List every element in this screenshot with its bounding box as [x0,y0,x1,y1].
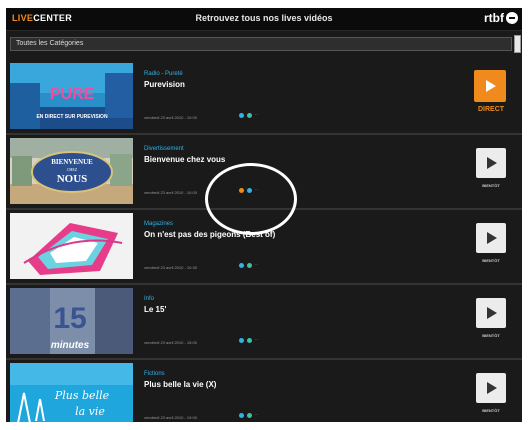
bienvenue-line1: BIENVENUE [51,158,93,166]
header-bar: LIVECENTER Retrouvez tous nos lives vidé… [6,8,522,31]
svg-text:15: 15 [53,302,86,335]
row-meta: Divertissement Bienvenue chez vous [144,146,462,164]
play-button[interactable] [476,148,506,178]
tv-icon[interactable] [247,263,252,268]
row-date: vendredi 23 avril 2010 - 10:00 [144,190,197,195]
bienvenue-line2: CHEZ [67,167,78,172]
row-title[interactable]: On n'est pas des pigeons (Best of) [144,230,462,239]
pbv-line2: la vie [75,405,105,418]
row-category[interactable]: Fictions [144,371,462,378]
pure-subtitle: EN DIRECT SUR PUREVISION [36,114,108,120]
row-title[interactable]: Bienvenue chez vous [144,155,462,164]
row-meta: Fictions Plus belle la vie (X) [144,371,462,389]
rtbf-logo[interactable]: rtbf [484,11,518,25]
thumbnail-bienvenue[interactable]: BIENVENUE CHEZ NOUS [10,138,133,204]
bienvenue-line3: NOUS [57,173,88,185]
row-meta: Magazines On n'est pas des pigeons (Best… [144,221,462,239]
play-button[interactable] [476,223,506,253]
tv-icon[interactable] [247,113,252,118]
action-label[interactable]: BIENTÔT [472,258,510,263]
more-icon[interactable]: ·· [255,263,258,268]
share-icon[interactable] [239,413,244,418]
pure-logo-text: PURE [50,86,95,103]
row-icons: ·· [239,413,258,418]
more-icon[interactable]: ·· [255,413,258,418]
category-select[interactable]: Toutes les Catégories [10,37,512,51]
row-date: vendredi 23 avril 2010 - 10:00 [144,115,197,120]
action-label[interactable]: BIENTÔT [472,333,510,338]
share-icon[interactable] [239,113,244,118]
brand-mark-icon [506,12,518,24]
row-icons: ·· [239,338,258,343]
thumbnail-pigeons[interactable] [10,213,133,279]
share-icon[interactable] [239,263,244,268]
row-meta: Radio - Pureté Purevision [144,71,462,89]
pbv-line1: Plus belle [54,389,110,402]
row-icons: ·· [239,113,258,118]
row-icons: ·· [239,263,258,268]
list-item[interactable]: Plus belle la vie Fictions Plus belle la… [6,360,522,422]
list-item[interactable]: 15 minutes Info Le 15' vendredi 23 avril… [6,285,522,360]
scrollbar-thumb[interactable] [514,35,521,53]
thumbnail-le-15[interactable]: 15 minutes [10,288,133,354]
tv-icon[interactable] [247,338,252,343]
page-title: Retrouvez tous nos lives vidéos [195,13,333,23]
minutes-text: minutes [51,340,90,351]
thumbnail-purevision[interactable]: PURE EN DIRECT SUR PUREVISION [10,63,133,129]
play-button[interactable] [476,373,506,403]
tv-icon[interactable] [247,413,252,418]
row-title[interactable]: Purevision [144,80,462,89]
action-label[interactable]: BIENTÔT [472,183,510,188]
list-item[interactable]: PURE EN DIRECT SUR PUREVISION Radio - Pu… [6,60,522,135]
row-category[interactable]: Divertissement [144,146,462,153]
more-icon[interactable]: ·· [255,338,258,343]
share-icon[interactable] [239,338,244,343]
row-category[interactable]: Radio - Pureté [144,71,462,78]
action-label[interactable]: BIENTÔT [472,408,510,413]
highlight-circle-annotation [205,163,297,235]
more-icon[interactable]: ·· [255,113,258,118]
direct-play-button[interactable] [474,70,506,102]
filter-bar: Toutes les Catégories [6,31,522,57]
row-date: vendredi 23 avril 2010 - 10:30 [144,265,197,270]
row-date: vendredi 23 avril 2010 - 15:00 [144,340,197,345]
row-date: vendredi 23 avril 2010 - 19:00 [144,415,197,420]
brand-name: rtbf [484,11,504,25]
row-title[interactable]: Plus belle la vie (X) [144,380,462,389]
row-category[interactable]: Magazines [144,221,462,228]
play-button[interactable] [476,298,506,328]
row-category[interactable]: Info [144,296,462,303]
row-title[interactable]: Le 15' [144,305,462,314]
row-meta: Info Le 15' [144,296,462,314]
thumbnail-plus-belle-la-vie[interactable]: Plus belle la vie [10,363,133,422]
action-label[interactable]: DIRECT [472,106,510,113]
